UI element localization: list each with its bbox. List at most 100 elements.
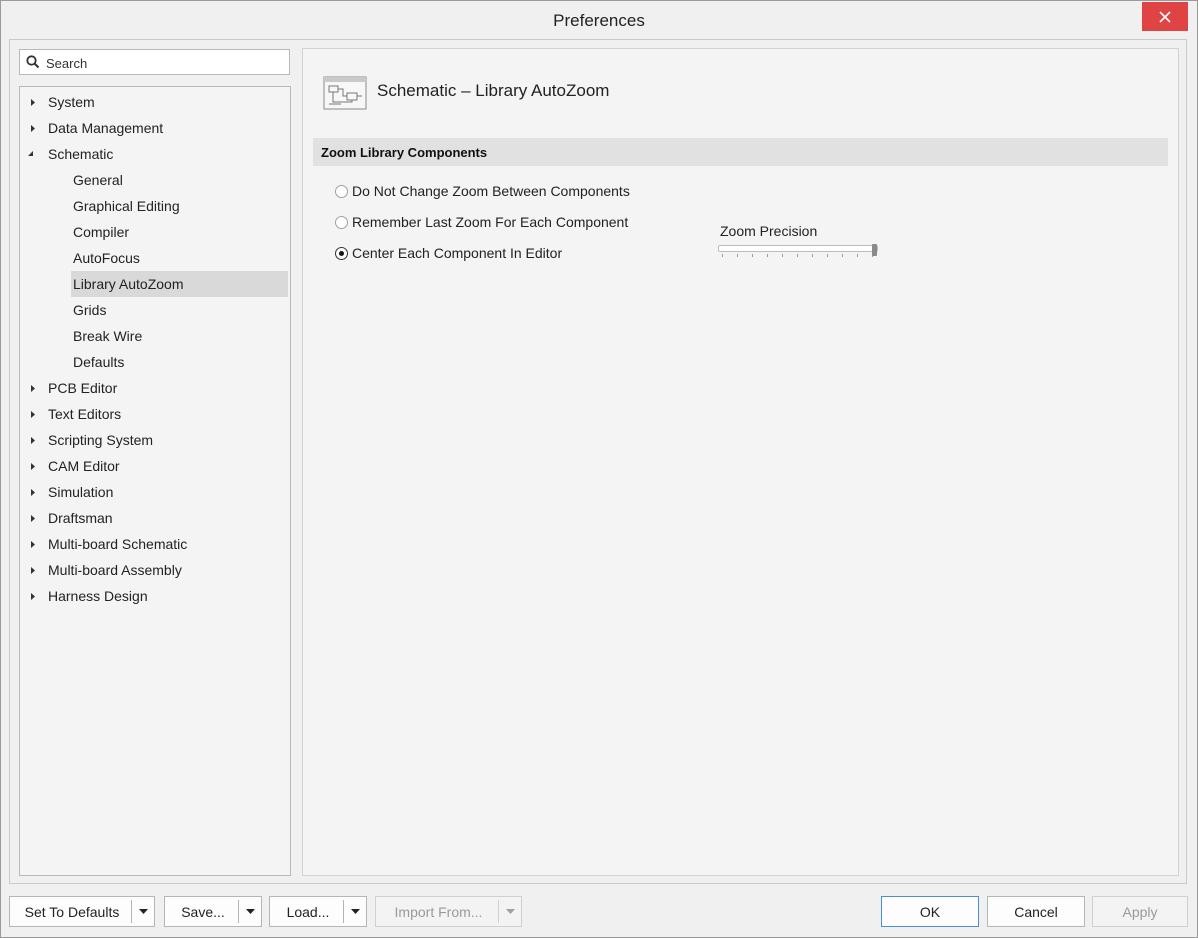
tree-item-label: PCB Editor	[48, 380, 118, 396]
slider-tick	[782, 254, 783, 257]
tree-item-label: Grids	[73, 302, 107, 318]
tree-item-autofocus[interactable]: AutoFocus	[71, 245, 288, 271]
slider-thumb[interactable]	[872, 244, 877, 256]
slider-tick	[812, 254, 813, 257]
tree-item-break-wire[interactable]: Break Wire	[71, 323, 288, 349]
tree-item-data-management[interactable]: Data Management	[24, 115, 288, 141]
preferences-tree: System Data Management Schematic General Gra…	[19, 86, 291, 876]
tree-item-schematic[interactable]: Schematic	[24, 141, 288, 167]
expand-arrow-right-icon[interactable]	[24, 115, 38, 141]
window-title: Preferences	[553, 11, 645, 30]
tree-item-label: Multi-board Assembly	[48, 562, 182, 578]
search-box[interactable]	[19, 49, 290, 75]
slider-tick	[737, 254, 738, 257]
section-header: Zoom Library Components	[313, 138, 1168, 166]
tree-item-label: Data Management	[48, 120, 164, 136]
close-button[interactable]	[1142, 2, 1188, 31]
expand-arrow-right-icon[interactable]	[24, 401, 38, 427]
expand-arrow-right-icon[interactable]	[24, 505, 38, 531]
radio-label: Remember Last Zoom For Each Component	[352, 214, 629, 230]
save-dropdown[interactable]	[238, 900, 261, 923]
zoom-precision-label: Zoom Precision	[720, 223, 818, 239]
load-button[interactable]: Load...	[269, 896, 367, 927]
tree-item-scripting-system[interactable]: Scripting System	[24, 427, 288, 453]
tree-item-graphical-editing[interactable]: Graphical Editing	[71, 193, 288, 219]
tree-item-system[interactable]: System	[24, 89, 288, 115]
set-to-defaults-button[interactable]: Set To Defaults	[9, 896, 155, 927]
tree-item-label: AutoFocus	[73, 250, 140, 266]
slider-tick	[767, 254, 768, 257]
slider-tick	[842, 254, 843, 257]
tree-item-text-editors[interactable]: Text Editors	[24, 401, 288, 427]
search-icon	[26, 55, 40, 69]
radio-button[interactable]	[335, 216, 348, 229]
apply-button[interactable]: Apply	[1092, 896, 1188, 927]
radio-label: Center Each Component In Editor	[352, 245, 563, 261]
tree-item-library-autozoom[interactable]: Library AutoZoom	[71, 271, 288, 297]
set-to-defaults-label[interactable]: Set To Defaults	[10, 897, 134, 926]
tree-item-cam-editor[interactable]: CAM Editor	[24, 453, 288, 479]
load-dropdown[interactable]	[343, 900, 366, 923]
tree-item-label: General	[73, 172, 123, 188]
schematic-page-icon	[323, 76, 367, 110]
expand-arrow-right-icon[interactable]	[24, 557, 38, 583]
search-input[interactable]	[44, 53, 288, 73]
expand-arrow-right-icon[interactable]	[24, 583, 38, 609]
slider-track[interactable]	[718, 245, 878, 252]
caret-down-icon	[505, 909, 515, 914]
tree-item-label: Multi-board Schematic	[48, 536, 188, 552]
slider-tick	[797, 254, 798, 257]
section-title: Zoom Library Components	[321, 145, 488, 160]
radio-label: Do Not Change Zoom Between Components	[352, 183, 630, 199]
tree-item-label: Compiler	[73, 224, 130, 240]
close-icon	[1159, 10, 1171, 23]
tree-item-pcb-editor[interactable]: PCB Editor	[24, 375, 288, 401]
import-from-dropdown[interactable]	[498, 900, 521, 923]
expand-arrow-right-icon[interactable]	[24, 89, 38, 115]
tree-item-label: CAM Editor	[48, 458, 120, 474]
tree-item-label: System	[48, 94, 95, 110]
tree-item-grids[interactable]: Grids	[71, 297, 288, 323]
tree-item-label: Harness Design	[48, 588, 148, 604]
tree-item-draftsman[interactable]: Draftsman	[24, 505, 288, 531]
tree-item-multi-board-schematic[interactable]: Multi-board Schematic	[24, 531, 288, 557]
slider-tick	[752, 254, 753, 257]
slider-tick	[827, 254, 828, 257]
tree-item-label: Scripting System	[48, 432, 154, 448]
save-label[interactable]: Save...	[165, 897, 241, 926]
title-bar: Preferences	[1, 1, 1197, 39]
set-to-defaults-dropdown[interactable]	[131, 900, 154, 923]
import-from-button[interactable]: Import From...	[375, 896, 522, 927]
radio-button[interactable]	[335, 185, 348, 198]
tree-item-label: Text Editors	[48, 406, 122, 422]
tree-item-label: Schematic	[48, 146, 114, 162]
tree-item-defaults[interactable]: Defaults	[71, 349, 288, 375]
slider-tick	[857, 254, 858, 257]
tree-item-compiler[interactable]: Compiler	[71, 219, 288, 245]
expand-arrow-right-icon[interactable]	[24, 453, 38, 479]
cancel-button[interactable]: Cancel	[987, 896, 1085, 927]
expand-arrow-right-icon[interactable]	[24, 427, 38, 453]
save-button[interactable]: Save...	[164, 896, 262, 927]
tree-item-general[interactable]: General	[71, 167, 288, 193]
import-from-label[interactable]: Import From...	[376, 897, 501, 926]
tree-item-label: Draftsman	[48, 510, 113, 526]
tree-item-harness-design[interactable]: Harness Design	[24, 583, 288, 609]
tree-item-label: Graphical Editing	[73, 198, 180, 214]
expand-arrow-down-icon[interactable]	[24, 141, 38, 167]
tree-item-label: Library AutoZoom	[73, 276, 184, 292]
caret-down-icon	[138, 909, 148, 914]
ok-button[interactable]: OK	[881, 896, 979, 927]
tree-item-multi-board-assembly[interactable]: Multi-board Assembly	[24, 557, 288, 583]
zoom-precision-slider[interactable]	[718, 244, 878, 258]
expand-arrow-right-icon[interactable]	[24, 375, 38, 401]
expand-arrow-right-icon[interactable]	[24, 479, 38, 505]
caret-down-icon	[245, 909, 255, 914]
load-label[interactable]: Load...	[270, 897, 346, 926]
radio-button[interactable]	[335, 247, 348, 260]
expand-arrow-right-icon[interactable]	[24, 531, 38, 557]
tree-item-label: Break Wire	[73, 328, 143, 344]
tree-item-simulation[interactable]: Simulation	[24, 479, 288, 505]
page-title: Schematic – Library AutoZoom	[377, 81, 610, 100]
tree-item-label: Defaults	[73, 354, 125, 370]
